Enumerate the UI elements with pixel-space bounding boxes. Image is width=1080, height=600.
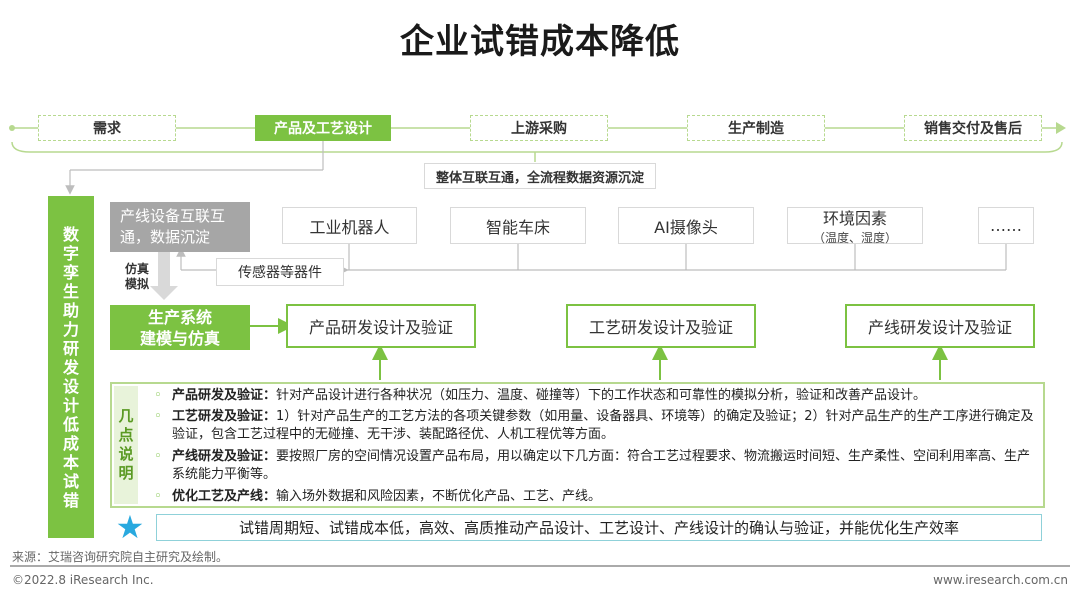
side-label: 数字孪 生助力 研发设 计低成 本试错	[48, 196, 94, 538]
stage-sales-service: 销售交付及售后	[904, 115, 1042, 141]
source-note: 来源：艾瑞咨询研究院自主研究及绘制。	[12, 550, 229, 564]
stage-manufacturing: 生产制造	[687, 115, 825, 141]
bullet-icon: ◦	[154, 449, 162, 464]
simulation-arrow	[150, 252, 178, 300]
website-link[interactable]: www.iresearch.com.cn	[933, 573, 1068, 587]
note-item: ◦ 产线研发及验证：要按照厂房的空间情况设置产品布局，用以确定以下几方面：符合工…	[154, 449, 1031, 482]
note-item: ◦ 优化工艺及产线：输入场外数据和风险因素，不断优化产品、工艺、产线。	[154, 489, 602, 504]
chain-brace	[11, 141, 1063, 153]
result-summary: 试错周期短、试错成本低，高效、高质推动产品设计、工艺设计、产线设计的确认与验证，…	[156, 514, 1042, 541]
line-verification-box: 产线研发设计及验证	[845, 304, 1035, 348]
star-icon: ★	[115, 508, 145, 546]
note-item: ◦ 产品研发及验证：针对产品设计进行各种状况（如压力、温度、碰撞等）下的工作状态…	[154, 388, 927, 403]
simulation-label: 仿真 模拟	[124, 262, 149, 291]
copyright: ©2022.8 iResearch Inc.	[12, 573, 154, 587]
device-ai-camera: AI摄像头	[618, 207, 754, 244]
stage-product-design: 产品及工艺设计	[255, 115, 391, 141]
device-environment: 环境因素 （温度、湿度）	[787, 207, 923, 245]
chain-start-dot	[9, 125, 15, 131]
integration-note: 整体互联互通，全流程数据资源沉淀	[424, 163, 656, 189]
bullet-icon: ◦	[154, 388, 162, 403]
device-smart-lathe: 智能车床	[450, 207, 586, 244]
bullet-icon: ◦	[154, 409, 162, 424]
product-verification-box: 产品研发设计及验证	[286, 304, 476, 348]
chain-end-arrow	[1056, 122, 1066, 134]
device-industrial-robot: 工业机器人	[282, 207, 417, 244]
modeling-box: 生产系统 建模与仿真	[110, 305, 250, 350]
sensor-box: 传感器等器件	[216, 258, 344, 286]
process-verification-box: 工艺研发设计及验证	[566, 304, 756, 348]
device-more: ……	[978, 207, 1034, 244]
note-item: ◦ 工艺研发及验证：1）针对产品生产的工艺方法的各项关键参数（如用量、设备器具、…	[154, 409, 1034, 442]
stage-procurement: 上游采购	[470, 115, 608, 141]
stage-demand: 需求	[38, 115, 176, 141]
device-data-box: 产线设备互联互 通，数据沉淀	[110, 202, 250, 252]
bullet-icon: ◦	[154, 489, 162, 504]
notes-tag: 几点说明	[114, 386, 138, 504]
connector-lines	[9, 122, 1070, 567]
